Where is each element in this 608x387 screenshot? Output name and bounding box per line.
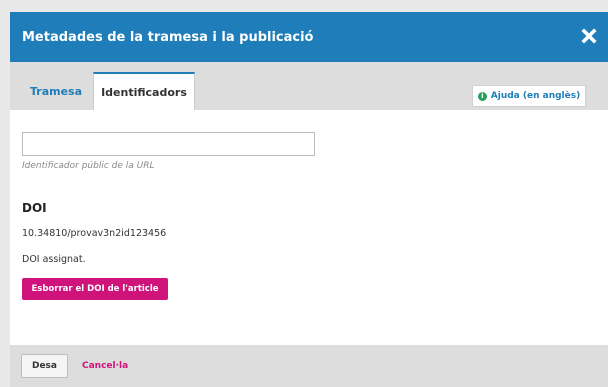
info-icon: i xyxy=(477,91,487,101)
cancel-link[interactable]: Cancel·la xyxy=(82,361,128,371)
close-icon xyxy=(581,28,597,44)
modal-title: Metadades de la tramesa i la publicació xyxy=(22,29,314,45)
doi-section-title: DOI xyxy=(22,201,47,215)
identifiers-panel: Identificador públic de la URL DOI 10.34… xyxy=(10,110,608,300)
delete-doi-button[interactable]: Esborrar el DOI de l'article xyxy=(22,278,168,300)
tabs-bar: Tramesa Identificadors i Ajuda (en anglè… xyxy=(10,62,608,110)
save-button[interactable]: Desa xyxy=(21,354,68,378)
url-field-description: Identificador públic de la URL xyxy=(22,161,155,171)
help-button[interactable]: i Ajuda (en anglès) xyxy=(472,85,586,107)
modal-header: Metadades de la tramesa i la publicació xyxy=(10,12,608,62)
close-button[interactable] xyxy=(576,23,602,49)
doi-value: 10.34810/provav3n2id123456 xyxy=(22,228,167,239)
help-label: Ajuda (en anglès) xyxy=(490,91,581,101)
tab-identificadors[interactable]: Identificadors xyxy=(93,72,195,110)
tab-tramesa[interactable]: Tramesa xyxy=(20,72,92,110)
submission-metadata-modal: Metadades de la tramesa i la publicació … xyxy=(10,12,608,387)
modal-footer: Desa Cancel·la xyxy=(10,345,608,387)
doi-status: DOI assignat. xyxy=(22,254,86,265)
public-url-identifier-input[interactable] xyxy=(22,132,315,156)
